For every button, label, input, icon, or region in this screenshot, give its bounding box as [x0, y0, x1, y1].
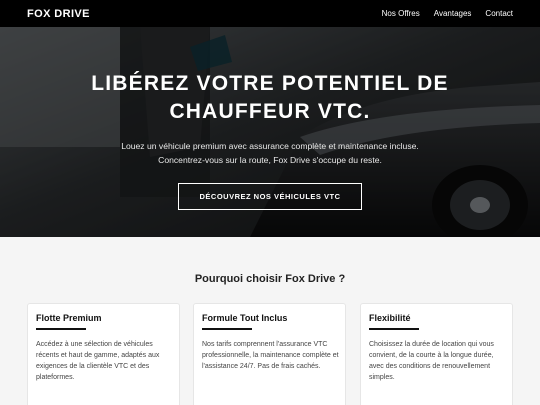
discover-vehicles-button[interactable]: DÉCOUVREZ NOS VÉHICULES VTC [178, 183, 362, 210]
brand-logo-text[interactable]: FOX DRIVE [27, 8, 90, 20]
feature-card-divider [369, 328, 419, 330]
top-navbar: FOX DRIVE Nos Offres Avantages Contact [0, 0, 540, 27]
feature-card-divider [202, 328, 252, 330]
feature-card-text: Accédez à une sélection de véhicules réc… [36, 341, 160, 381]
nav-links: Nos Offres Avantages Contact [382, 9, 513, 18]
hero-title: LIBÉREZ VOTRE POTENTIEL DE CHAUFFEUR VTC… [91, 72, 449, 123]
features-heading: Pourquoi choisir Fox Drive ? [194, 273, 346, 285]
feature-card-title: Flotte Premium [36, 313, 102, 323]
feature-card-title: Formule Tout Inclus [202, 313, 288, 323]
nav-link-offres[interactable]: Nos Offres [382, 9, 420, 18]
hero-subtitle-line-2: Concentrez-vous sur la route, Fox Drive … [158, 155, 382, 165]
hero-subtitle: Louez un véhicule premium avec assurance… [110, 139, 430, 167]
feature-card-title: Flexibilité [369, 313, 411, 323]
nav-link-avantages[interactable]: Avantages [434, 9, 472, 18]
feature-card-divider [36, 328, 86, 330]
hero-section: LIBÉREZ VOTRE POTENTIEL DE CHAUFFEUR VTC… [0, 27, 540, 237]
feature-card-flotte: Flotte Premium Accédez à une sélection d… [27, 303, 180, 405]
feature-card-text: Nos tarifs comprennent l'assurance VTC p… [202, 341, 339, 370]
hero-subtitle-line-1: Louez un véhicule premium avec assurance… [121, 141, 419, 151]
features-section: Pourquoi choisir Fox Drive ? Flotte Prem… [0, 237, 540, 405]
feature-card-flexibilite: Flexibilité Choisissez la durée de locat… [360, 303, 513, 405]
feature-card-formule: Formule Tout Inclus Nos tarifs comprenne… [193, 303, 346, 405]
nav-link-contact[interactable]: Contact [485, 9, 513, 18]
hero-content: LIBÉREZ VOTRE POTENTIEL DE CHAUFFEUR VTC… [0, 27, 540, 237]
feature-card-text: Choisissez la durée de location qui vous… [369, 341, 494, 381]
